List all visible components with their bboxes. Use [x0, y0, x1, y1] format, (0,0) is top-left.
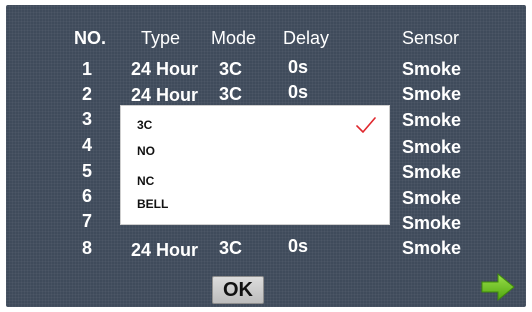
ok-button[interactable]: OK: [212, 276, 264, 304]
header-type: Type: [141, 28, 181, 48]
header-mode: Mode: [211, 28, 257, 48]
row-8-delay[interactable]: 0s: [288, 236, 308, 257]
row-1-no: 1: [81, 59, 92, 79]
row-8-no: 8: [81, 238, 92, 258]
row-2-type[interactable]: 24 Hour: [131, 85, 198, 106]
mode-option-bell[interactable]: BELL: [137, 197, 168, 211]
header-delay: Delay: [283, 28, 330, 48]
row-8-type[interactable]: 24 Hour: [131, 240, 198, 261]
row-2-sensor[interactable]: Smoke: [402, 84, 461, 105]
row-5-sensor[interactable]: Smoke: [402, 162, 461, 183]
row-2-mode[interactable]: 3C: [219, 84, 242, 105]
row-8-sensor[interactable]: Smoke: [402, 238, 461, 259]
row-4-sensor[interactable]: Smoke: [402, 137, 461, 158]
mode-option-no[interactable]: NO: [137, 144, 155, 158]
header-no: NO.: [74, 28, 107, 48]
row-5-no: 5: [81, 161, 92, 181]
row-7-no: 7: [81, 211, 92, 231]
row-1-delay[interactable]: 0s: [288, 57, 308, 78]
row-7-occluded-fragment: [130, 224, 330, 230]
row-1-sensor[interactable]: Smoke: [402, 59, 461, 80]
checkmark-icon: [356, 117, 376, 133]
arrow-right-icon[interactable]: [480, 272, 516, 302]
mode-option-3c[interactable]: 3C: [137, 118, 152, 132]
row-4-no: 4: [81, 135, 92, 155]
screen-frame: NO. Type Mode Delay Sensor 1 24 Hour 3C …: [0, 0, 532, 312]
row-1-type[interactable]: 24 Hour: [131, 59, 198, 80]
row-2-delay[interactable]: 0s: [288, 82, 308, 103]
row-6-no: 6: [81, 186, 92, 206]
row-2-no: 2: [81, 84, 92, 104]
row-3-sensor[interactable]: Smoke: [402, 110, 461, 131]
row-3-no: 3: [81, 109, 92, 129]
row-6-sensor[interactable]: Smoke: [402, 188, 461, 209]
row-7-sensor[interactable]: Smoke: [402, 213, 461, 234]
header-sensor: Sensor: [402, 28, 460, 48]
row-8-mode[interactable]: 3C: [219, 238, 242, 259]
mode-dropdown: 3C NO NC BELL: [121, 106, 389, 224]
row-1-mode[interactable]: 3C: [219, 59, 242, 80]
mode-option-nc[interactable]: NC: [137, 174, 154, 188]
